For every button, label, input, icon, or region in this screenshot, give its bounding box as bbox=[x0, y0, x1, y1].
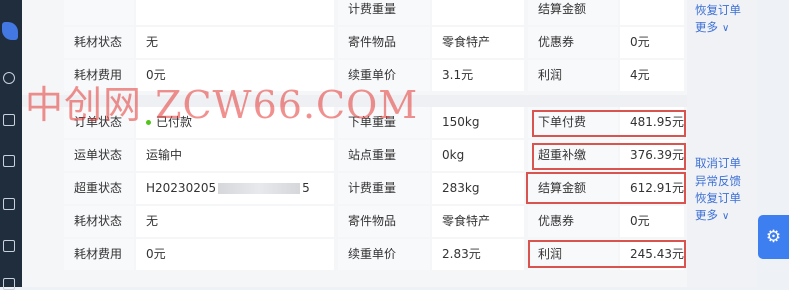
highlight-box bbox=[528, 240, 686, 268]
field-value: 283kg bbox=[432, 173, 524, 204]
field-value: 150kg bbox=[432, 107, 524, 138]
field-value bbox=[136, 0, 334, 25]
field-label: 站点重量 bbox=[338, 140, 430, 171]
dashboard-icon[interactable] bbox=[3, 72, 15, 84]
field-value bbox=[432, 0, 524, 25]
field-value: 零食特产 bbox=[432, 206, 524, 237]
field-value: 4元 bbox=[620, 60, 684, 91]
field-value: 2.83元 bbox=[432, 239, 524, 270]
field-value: 零食特产 bbox=[432, 27, 524, 58]
highlight-box bbox=[532, 143, 686, 170]
field-value: 无 bbox=[136, 27, 334, 58]
more-label: 更多 bbox=[695, 20, 718, 34]
field-label: 结算金额 bbox=[528, 0, 618, 25]
field-value: 0元 bbox=[620, 206, 684, 237]
list-icon[interactable] bbox=[3, 114, 15, 126]
field-label: 优惠券 bbox=[528, 27, 618, 58]
chevron-down-icon: ∨ bbox=[722, 211, 730, 222]
field-label bbox=[64, 0, 134, 25]
order-list: 计费重量 结算金额 耗材状态 无 寄件物品 零食特产 优惠券 0元 耗材费用 0… bbox=[22, 0, 687, 287]
settings-button[interactable]: ⚙ bbox=[758, 215, 789, 259]
sidebar bbox=[0, 0, 22, 290]
watermark-text: 中创网 ZCW66.COM bbox=[25, 83, 419, 127]
logo-icon bbox=[2, 22, 18, 40]
document-icon[interactable] bbox=[3, 240, 15, 252]
field-label: 计费重量 bbox=[338, 0, 430, 25]
chevron-down-icon: ∨ bbox=[722, 23, 730, 34]
gear-icon: ⚙ bbox=[765, 227, 782, 247]
field-label: 耗材状态 bbox=[64, 27, 134, 58]
field-value bbox=[620, 0, 684, 25]
field-value: 运输中 bbox=[136, 140, 334, 171]
field-label: 耗材费用 bbox=[64, 239, 134, 270]
edit-icon[interactable] bbox=[3, 155, 15, 167]
field-value: 0元 bbox=[136, 239, 334, 270]
restore-order-link[interactable]: 恢复订单 bbox=[695, 192, 741, 205]
field-label: 寄件物品 bbox=[338, 206, 430, 237]
field-label: 超重状态 bbox=[64, 173, 134, 204]
table-row: 耗材状态 无 寄件物品 零食特产 优惠券 0元 bbox=[62, 27, 707, 58]
field-label: 续重单价 bbox=[338, 239, 430, 270]
tracking-prefix: H20230205 bbox=[146, 181, 217, 195]
redacted-text bbox=[218, 183, 301, 194]
cancel-order-link[interactable]: 取消订单 bbox=[695, 157, 741, 170]
field-label: 运单状态 bbox=[64, 140, 134, 171]
field-label: 利润 bbox=[528, 60, 618, 91]
settings-sidebar-icon[interactable] bbox=[3, 278, 15, 290]
more-label: 更多 bbox=[695, 208, 718, 222]
table-row: 计费重量 结算金额 bbox=[62, 0, 707, 25]
field-value: 0元 bbox=[620, 27, 684, 58]
more-dropdown[interactable]: 更多 ∨ bbox=[695, 207, 729, 223]
tracking-suffix: 5 bbox=[302, 181, 310, 195]
restore-order-link[interactable]: 恢复订单 bbox=[695, 4, 741, 17]
field-value: 3.1元 bbox=[432, 60, 524, 91]
actions-panel: 恢复订单 更多 ∨ 取消订单 异常反馈 恢复订单 更多 ∨ bbox=[687, 0, 757, 287]
field-value: 0kg bbox=[432, 140, 524, 171]
field-label: 耗材状态 bbox=[64, 206, 134, 237]
menu-icon[interactable] bbox=[3, 198, 15, 210]
table-row: 耗材状态 无 寄件物品 零食特产 优惠券 0元 bbox=[62, 206, 707, 237]
field-label: 优惠券 bbox=[528, 206, 618, 237]
field-label: 寄件物品 bbox=[338, 27, 430, 58]
tracking-number: H20230205 5 bbox=[136, 173, 334, 204]
field-value: 无 bbox=[136, 206, 334, 237]
highlight-box bbox=[532, 110, 686, 137]
field-label: 计费重量 bbox=[338, 173, 430, 204]
more-dropdown[interactable]: 更多 ∨ bbox=[695, 19, 729, 35]
highlight-box bbox=[526, 172, 686, 204]
exception-feedback-link[interactable]: 异常反馈 bbox=[695, 175, 741, 188]
